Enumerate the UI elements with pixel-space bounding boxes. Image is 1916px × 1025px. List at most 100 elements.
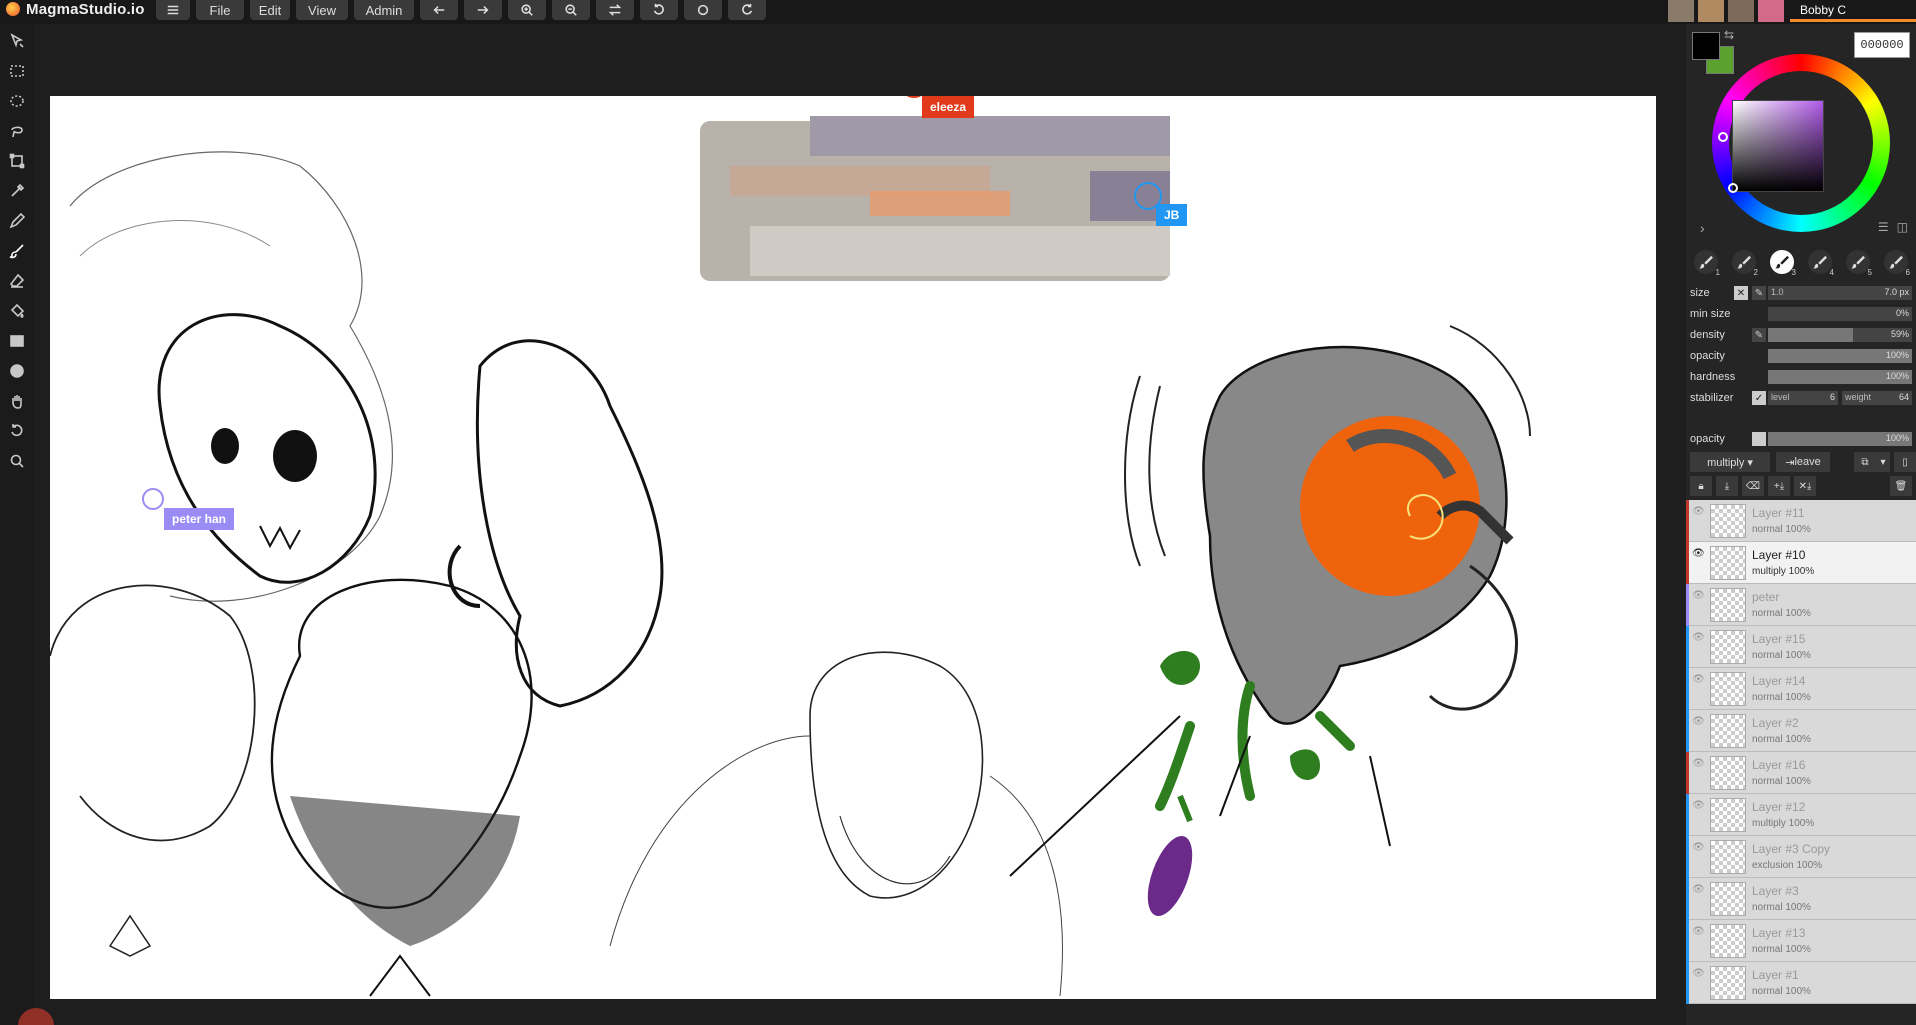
layer-item[interactable]: 👁︎ Layer #2 normal 100%	[1686, 710, 1916, 752]
layer-name: Layer #1	[1752, 968, 1799, 982]
size-pressure-toggle[interactable]: ✕	[1734, 286, 1748, 300]
lock-layer-button[interactable]: 🔒︎	[1690, 476, 1712, 496]
menu-edit[interactable]: Edit	[250, 0, 290, 20]
menu-view[interactable]: View	[296, 0, 348, 20]
eye-icon[interactable]: 👁︎	[1692, 884, 1705, 895]
brush-tool[interactable]	[8, 242, 26, 260]
duplicate-layer-button[interactable]: ⧉	[1854, 452, 1876, 472]
new-layer-button[interactable]: ▯	[1894, 452, 1916, 472]
list-view-icon[interactable]: ☰	[1878, 220, 1889, 234]
flip-button[interactable]	[596, 0, 634, 20]
layer-item[interactable]: 👁︎ Layer #10 multiply 100%	[1686, 542, 1916, 584]
reset-rotation-button[interactable]	[684, 0, 722, 20]
density-pen-icon[interactable]: ✎	[1752, 328, 1766, 342]
density-slider[interactable]: 59%	[1768, 328, 1912, 342]
layer-item[interactable]: 👁︎ Layer #1 normal 100%	[1686, 962, 1916, 1004]
layer-menu-button[interactable]: ▾	[1876, 452, 1890, 472]
layer-item[interactable]: 👁︎ Layer #15 normal 100%	[1686, 626, 1916, 668]
lasso-tool[interactable]	[8, 122, 26, 140]
clear-layer-button[interactable]: ⌫	[1742, 476, 1764, 496]
layer-opacity-checkbox[interactable]	[1752, 432, 1766, 446]
eye-icon[interactable]: 👁︎	[1692, 716, 1705, 727]
rotate-left-button[interactable]	[640, 0, 678, 20]
expand-panel-icon[interactable]: ›	[1700, 220, 1705, 236]
leave-button[interactable]: ⇥ leave	[1776, 452, 1830, 472]
saturation-value-picker[interactable]	[1728, 100, 1824, 193]
hue-knob[interactable]	[1718, 132, 1728, 142]
ellipse-select-tool[interactable]	[8, 92, 26, 110]
eyedropper-tool[interactable]	[8, 182, 26, 200]
user-avatar[interactable]	[1758, 0, 1784, 22]
hex-color-input[interactable]: 000000	[1854, 32, 1910, 58]
layer-item[interactable]: 👁︎ Layer #12 multiply 100%	[1686, 794, 1916, 836]
ellipse-tool[interactable]	[8, 362, 26, 380]
stabilizer-checkbox[interactable]: ✓	[1752, 391, 1766, 405]
eye-icon[interactable]: 👁︎	[1692, 968, 1705, 979]
hamburger-menu-button[interactable]	[156, 0, 190, 20]
rect-select-tool[interactable]	[8, 62, 26, 80]
clip-layer-button[interactable]: ⤓	[1716, 476, 1738, 496]
size-pen-icon[interactable]: ✎	[1752, 286, 1766, 300]
menu-file[interactable]: File	[196, 0, 244, 20]
hardness-slider[interactable]: 100%	[1768, 370, 1912, 384]
eye-icon[interactable]: 👁︎	[1692, 926, 1705, 937]
min-size-slider[interactable]: 0%	[1768, 307, 1912, 321]
merge-down-button[interactable]: +⤓	[1768, 476, 1790, 496]
current-user-name[interactable]: Bobby C	[1790, 0, 1916, 22]
sv-knob[interactable]	[1728, 183, 1738, 193]
eraser-tool[interactable]	[8, 272, 26, 290]
blend-mode-select[interactable]: multiply ▾	[1690, 452, 1770, 472]
rotate-right-button[interactable]	[728, 0, 766, 20]
drawing-canvas[interactable]: eleeza JB peter han	[50, 96, 1656, 999]
redo-button[interactable]	[464, 0, 502, 20]
pen-tool[interactable]	[8, 212, 26, 230]
eye-icon[interactable]: 👁︎	[1692, 590, 1705, 601]
brush-slot-5[interactable]: 5	[1846, 250, 1872, 277]
layer-item[interactable]: 👁︎ Layer #3 Copy exclusion 100%	[1686, 836, 1916, 878]
opacity-slider[interactable]: 100%	[1768, 349, 1912, 363]
hand-tool[interactable]	[8, 392, 26, 410]
brush-slot-4[interactable]: 4	[1808, 250, 1834, 277]
move-tool[interactable]	[8, 32, 26, 50]
undo-button[interactable]	[420, 0, 458, 20]
primary-color-swatch[interactable]	[1692, 32, 1720, 60]
brush-slot-3[interactable]: 3	[1770, 250, 1796, 277]
split-view-icon[interactable]: ◫	[1897, 220, 1908, 234]
layer-item[interactable]: 👁︎ Layer #16 normal 100%	[1686, 752, 1916, 794]
delete-layer-button[interactable]: 🗑︎	[1890, 476, 1912, 496]
stabilizer-weight-slider[interactable]: weight 64	[1842, 391, 1912, 405]
brush-slot-6[interactable]: 6	[1884, 250, 1910, 277]
swap-colors-icon[interactable]: ⇆	[1724, 28, 1734, 42]
eye-icon[interactable]: 👁︎	[1692, 548, 1705, 559]
app-logo[interactable]: MagmaStudio.io	[6, 0, 145, 18]
size-slider[interactable]: 1.0 7.0 px	[1768, 286, 1912, 300]
rotate-view-tool[interactable]	[8, 422, 26, 440]
fill-tool[interactable]	[8, 302, 26, 320]
flatten-button[interactable]: ✕⤓	[1794, 476, 1816, 496]
user-avatar[interactable]	[1698, 0, 1724, 22]
brush-slot-1[interactable]: 1	[1694, 250, 1720, 277]
stabilizer-level-slider[interactable]: level 6	[1768, 391, 1838, 405]
eye-icon[interactable]: 👁︎	[1692, 800, 1705, 811]
eye-icon[interactable]: 👁︎	[1692, 632, 1705, 643]
layer-item[interactable]: 👁︎ Layer #14 normal 100%	[1686, 668, 1916, 710]
menu-admin[interactable]: Admin	[354, 0, 414, 20]
layer-opacity-slider[interactable]: 100%	[1768, 432, 1912, 446]
ellipse-icon	[10, 364, 24, 378]
zoom-out-button[interactable]	[552, 0, 590, 20]
eye-icon[interactable]: 👁︎	[1692, 506, 1705, 517]
rectangle-tool[interactable]	[8, 332, 26, 350]
eye-icon[interactable]: 👁︎	[1692, 674, 1705, 685]
zoom-tool[interactable]	[8, 452, 26, 470]
layer-item[interactable]: 👁︎ peter normal 100%	[1686, 584, 1916, 626]
user-avatar[interactable]	[1668, 0, 1694, 22]
zoom-in-button[interactable]	[508, 0, 546, 20]
user-avatar[interactable]	[1728, 0, 1754, 22]
eye-icon[interactable]: 👁︎	[1692, 758, 1705, 769]
brush-slot-2[interactable]: 2	[1732, 250, 1758, 277]
transform-tool[interactable]	[8, 152, 26, 170]
layer-item[interactable]: 👁︎ Layer #11 normal 100%	[1686, 500, 1916, 542]
layer-item[interactable]: 👁︎ Layer #13 normal 100%	[1686, 920, 1916, 962]
layer-item[interactable]: 👁︎ Layer #3 normal 100%	[1686, 878, 1916, 920]
eye-icon[interactable]: 👁︎	[1692, 842, 1705, 853]
